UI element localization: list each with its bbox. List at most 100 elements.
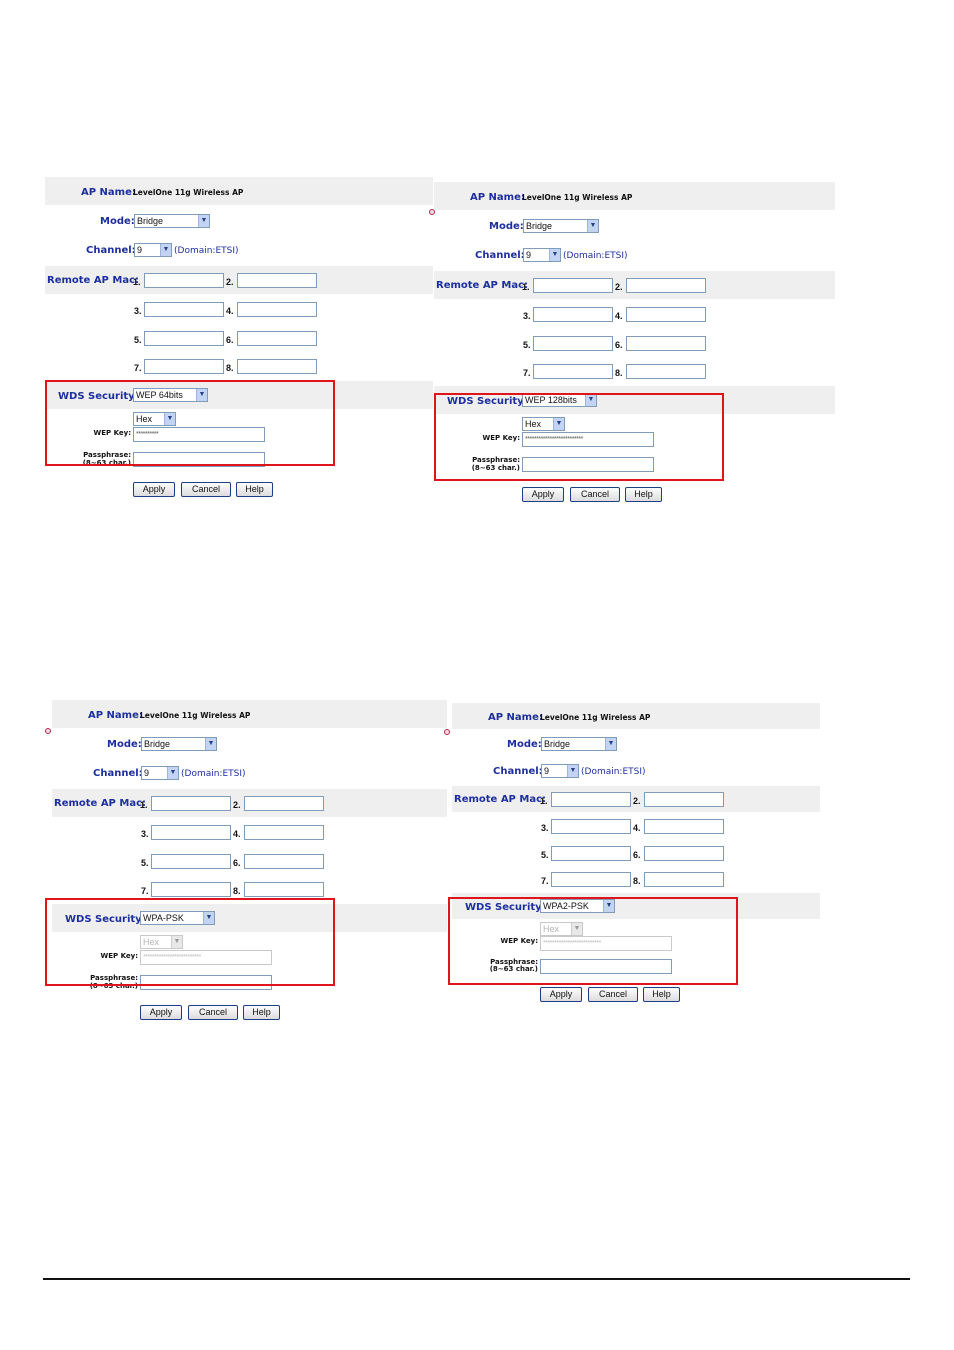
mac-number-5: 5. <box>134 335 142 345</box>
cancel-button[interactable]: Cancel <box>181 482 231 497</box>
remote-mac-field-1[interactable] <box>151 796 231 811</box>
remote-mac-field-1[interactable] <box>533 278 613 293</box>
remote-mac-field-8[interactable] <box>237 359 317 374</box>
remote-mac-field-2[interactable] <box>626 278 706 293</box>
remote-mac-field-3[interactable] <box>151 825 231 840</box>
ap-name-label: AP Name: <box>81 187 136 198</box>
mac-number-8: 8. <box>226 363 234 373</box>
help-button[interactable]: Help <box>236 482 273 497</box>
mode-select[interactable]: Bridge ▼ <box>541 737 617 751</box>
cancel-button[interactable]: Cancel <box>570 487 620 502</box>
wds-security-highlight <box>45 380 335 466</box>
help-button[interactable]: Help <box>243 1005 280 1020</box>
mode-label: Mode: <box>100 216 135 227</box>
remote-mac-field-3[interactable] <box>144 302 224 317</box>
mac-number-3: 3. <box>541 823 549 833</box>
help-button[interactable]: Help <box>643 987 680 1002</box>
mode-label: Mode: <box>507 739 542 750</box>
remote-mac-field-8[interactable] <box>626 364 706 379</box>
ap-name-value: LevelOne 11g Wireless AP <box>133 188 244 197</box>
remote-mac-field-8[interactable] <box>644 872 724 887</box>
channel-value: 9 <box>544 766 550 776</box>
remote-mac-field-5[interactable] <box>144 331 224 346</box>
chevron-down-icon[interactable]: ▼ <box>205 738 216 750</box>
mode-select[interactable]: Bridge ▼ <box>141 737 217 751</box>
mac-number-5: 5. <box>141 858 149 868</box>
help-button[interactable]: Help <box>625 487 662 502</box>
remote-mac-field-7[interactable] <box>551 872 631 887</box>
chevron-down-icon[interactable]: ▼ <box>549 249 560 261</box>
remote-mac-field-3[interactable] <box>533 307 613 322</box>
mac-number-7: 7. <box>541 876 549 886</box>
ap-name-label: AP Name: <box>88 710 143 721</box>
remote-mac-field-4[interactable] <box>626 307 706 322</box>
chevron-down-icon[interactable]: ▼ <box>587 220 598 232</box>
mac-number-4: 4. <box>233 829 241 839</box>
mac-number-6: 6. <box>233 858 241 868</box>
apply-button[interactable]: Apply <box>140 1005 182 1020</box>
apply-button[interactable]: Apply <box>540 987 582 1002</box>
remote-mac-field-6[interactable] <box>244 854 324 869</box>
remote-mac-field-7[interactable] <box>144 359 224 374</box>
mac-number-1: 1. <box>540 796 548 806</box>
remote-mac-field-8[interactable] <box>244 882 324 897</box>
remote-mac-field-4[interactable] <box>237 302 317 317</box>
mode-select[interactable]: Bridge ▼ <box>523 219 599 233</box>
mode-label: Mode: <box>489 221 524 232</box>
channel-domain: (Domain:ETSI) <box>581 767 646 777</box>
remote-mac-field-4[interactable] <box>644 819 724 834</box>
remote-mac-field-1[interactable] <box>144 273 224 288</box>
footer-divider <box>43 1278 910 1280</box>
channel-value: 9 <box>526 250 532 260</box>
channel-select[interactable]: 9 ▼ <box>141 766 179 780</box>
channel-domain: (Domain:ETSI) <box>181 769 246 779</box>
remote-mac-field-2[interactable] <box>244 796 324 811</box>
remote-mac-field-3[interactable] <box>551 819 631 834</box>
remote-mac-field-5[interactable] <box>551 846 631 861</box>
channel-select[interactable]: 9 ▼ <box>541 764 579 778</box>
mac-number-1: 1. <box>133 277 141 287</box>
ap-name-label: AP Name: <box>488 712 543 723</box>
remote-mac-field-7[interactable] <box>533 364 613 379</box>
remote-mac-field-5[interactable] <box>151 854 231 869</box>
remote-mac-field-2[interactable] <box>237 273 317 288</box>
remote-mac-field-6[interactable] <box>644 846 724 861</box>
ap-name-label: AP Name: <box>470 192 525 203</box>
remote-mac-field-7[interactable] <box>151 882 231 897</box>
bullet-icon <box>444 729 450 735</box>
remote-ap-mac-label: Remote AP Mac: <box>54 798 146 809</box>
channel-label: Channel: <box>93 768 143 779</box>
remote-mac-field-5[interactable] <box>533 336 613 351</box>
cancel-button[interactable]: Cancel <box>588 987 638 1002</box>
mac-number-8: 8. <box>233 886 241 896</box>
mac-number-4: 4. <box>615 311 623 321</box>
channel-select[interactable]: 9 ▼ <box>523 248 561 262</box>
ap-name-value: LevelOne 11g Wireless AP <box>540 713 651 722</box>
chevron-down-icon[interactable]: ▼ <box>567 765 578 777</box>
mac-number-1: 1. <box>140 800 148 810</box>
remote-ap-mac-label: Remote AP Mac: <box>47 275 139 286</box>
remote-mac-field-2[interactable] <box>644 792 724 807</box>
apply-button[interactable]: Apply <box>522 487 564 502</box>
mac-number-2: 2. <box>233 800 241 810</box>
chevron-down-icon[interactable]: ▼ <box>198 215 209 227</box>
chevron-down-icon[interactable]: ▼ <box>160 244 171 256</box>
wds-security-highlight <box>434 393 724 481</box>
cancel-button[interactable]: Cancel <box>188 1005 238 1020</box>
remote-mac-field-1[interactable] <box>551 792 631 807</box>
mac-number-4: 4. <box>633 823 641 833</box>
remote-mac-field-4[interactable] <box>244 825 324 840</box>
ap-name-value: LevelOne 11g Wireless AP <box>140 711 251 720</box>
channel-value: 9 <box>137 245 143 255</box>
remote-mac-field-6[interactable] <box>626 336 706 351</box>
chevron-down-icon[interactable]: ▼ <box>605 738 616 750</box>
mode-select[interactable]: Bridge ▼ <box>134 214 210 228</box>
chevron-down-icon[interactable]: ▼ <box>167 767 178 779</box>
remote-mac-field-6[interactable] <box>237 331 317 346</box>
mac-number-8: 8. <box>615 368 623 378</box>
channel-domain: (Domain:ETSI) <box>174 246 239 256</box>
mac-number-5: 5. <box>541 850 549 860</box>
channel-select[interactable]: 9 ▼ <box>134 243 172 257</box>
mac-number-5: 5. <box>523 340 531 350</box>
apply-button[interactable]: Apply <box>133 482 175 497</box>
